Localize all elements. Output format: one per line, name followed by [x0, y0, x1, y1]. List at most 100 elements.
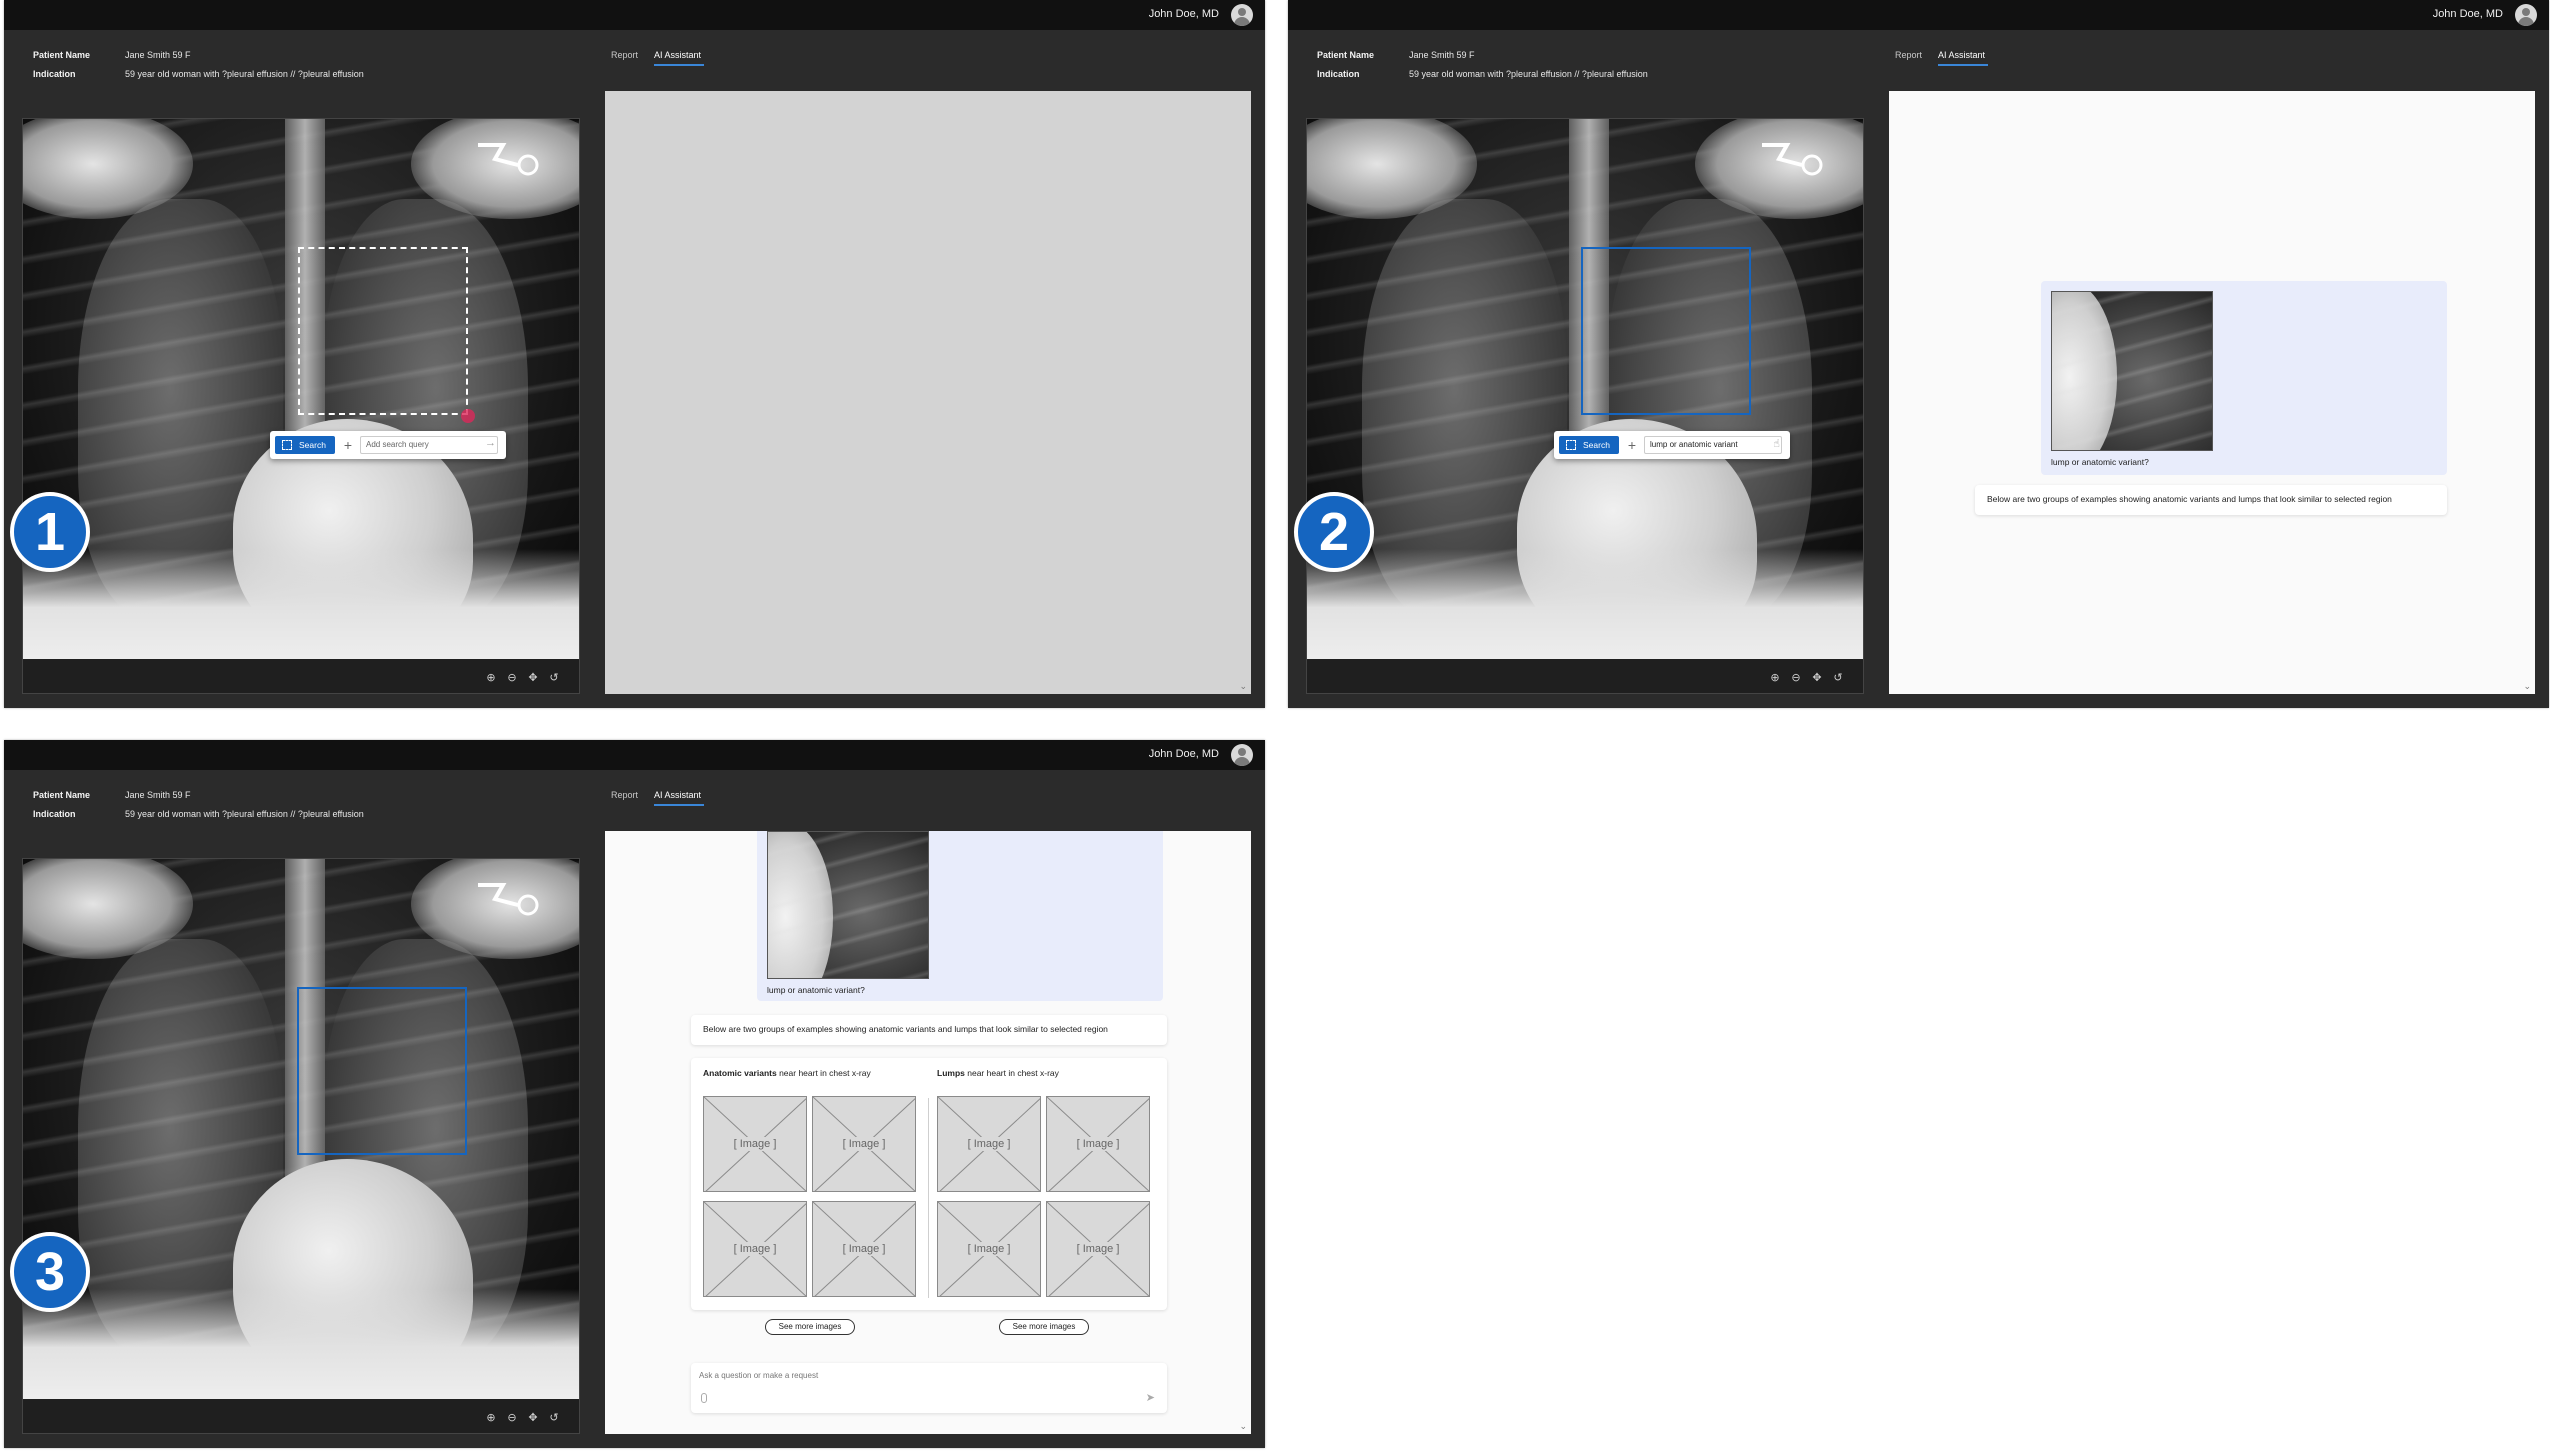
indication-value: 59 year old woman with ?pleural effusion…	[125, 809, 364, 819]
pan-icon[interactable]: ✥	[1811, 672, 1823, 684]
chevron-down-icon[interactable]: ⌄	[1239, 1421, 1247, 1432]
group-title-lumps: Lumps near heart in chest x-ray	[937, 1068, 1059, 1078]
example-image-thumbnail[interactable]: [ Image ]	[812, 1096, 916, 1192]
region-search-bar: Search + Add search query →	[270, 431, 506, 459]
example-image-thumbnail[interactable]: [ Image ]	[1046, 1096, 1150, 1192]
search-button[interactable]: Search	[275, 436, 335, 454]
ai-assistant-panel-empty: ⌄	[605, 91, 1251, 694]
see-more-anatomic-variants-button[interactable]: See more images	[765, 1319, 855, 1335]
patient-name-value: Jane Smith 59 F	[125, 50, 191, 60]
user-avatar-icon[interactable]	[1231, 744, 1253, 766]
chat-input[interactable]: Ask a question or make a request	[699, 1371, 818, 1380]
example-image-thumbnail[interactable]: [ Image ]	[937, 1096, 1041, 1192]
zoom-in-icon[interactable]: ⊕	[485, 672, 497, 684]
step-badge: 2	[1294, 492, 1374, 572]
region-search-bar: Search + lump or anatomic variant ☝	[1554, 431, 1790, 459]
zoom-in-icon[interactable]: ⊕	[485, 1412, 497, 1424]
indication-label: Indication	[33, 809, 76, 819]
orientation-marker-icon	[478, 883, 539, 916]
tab-report[interactable]: Report	[1895, 50, 1922, 60]
search-query-input[interactable]: lump or anatomic variant	[1644, 436, 1782, 454]
user-name[interactable]: John Doe, MD	[1149, 8, 1219, 20]
chat-input-box[interactable]: Ask a question or make a request ➤	[691, 1363, 1167, 1413]
pan-icon[interactable]: ✥	[527, 1412, 539, 1424]
xray-viewer[interactable]: Search + lump or anatomic variant ☝ ⊕ ⊖ …	[1306, 118, 1864, 694]
patient-name-value: Jane Smith 59 F	[1409, 50, 1475, 60]
add-query-button[interactable]: +	[340, 436, 356, 454]
example-image-thumbnail[interactable]: [ Image ]	[937, 1201, 1041, 1297]
indication-label: Indication	[33, 69, 76, 79]
zoom-out-icon[interactable]: ⊖	[506, 672, 518, 684]
ai-assistant-panel: lump or anatomic variant? Below are two …	[605, 831, 1251, 1434]
indication-value: 59 year old woman with ?pleural effusion…	[1409, 69, 1648, 79]
selection-region[interactable]	[297, 987, 467, 1155]
patient-name-label: Patient Name	[33, 50, 91, 60]
similar-examples-results: Anatomic variants near heart in chest x-…	[691, 1058, 1167, 1310]
zoom-out-icon[interactable]: ⊖	[1790, 672, 1802, 684]
patient-name-label: Patient Name	[1317, 50, 1375, 60]
reset-icon[interactable]: ↺	[1832, 672, 1844, 684]
viewer-toolbar: ⊕ ⊖ ✥ ↺	[23, 659, 579, 693]
user-query-text: lump or anatomic variant?	[767, 985, 865, 995]
patient-name-value: Jane Smith 59 F	[125, 790, 191, 800]
example-image-thumbnail[interactable]: [ Image ]	[703, 1201, 807, 1297]
zoom-out-icon[interactable]: ⊖	[506, 1412, 518, 1424]
xray-viewer[interactable]: Search + Add search query → ⊕ ⊖ ✥ ↺	[22, 118, 580, 694]
chevron-down-icon[interactable]: ⌄	[2523, 681, 2531, 692]
active-tab-indicator	[654, 804, 704, 806]
chest-xray-image[interactable]: Search + Add search query →	[23, 119, 579, 659]
tab-report[interactable]: Report	[611, 50, 638, 60]
tab-ai-assistant[interactable]: AI Assistant	[1938, 50, 1985, 60]
search-button[interactable]: Search	[1559, 436, 1619, 454]
active-tab-indicator	[654, 64, 704, 66]
example-image-thumbnail[interactable]: [ Image ]	[703, 1096, 807, 1192]
chevron-down-icon[interactable]: ⌄	[1239, 681, 1247, 692]
region-select-icon	[1566, 440, 1576, 450]
microphone-icon[interactable]	[701, 1393, 707, 1403]
chest-xray-image[interactable]: Search + lump or anatomic variant ☝	[1307, 119, 1863, 659]
active-tab-indicator	[1938, 64, 1988, 66]
see-more-lumps-button[interactable]: See more images	[999, 1319, 1089, 1335]
reset-icon[interactable]: ↺	[548, 672, 560, 684]
screen-step-3: John Doe, MD Patient Name Jane Smith 59 …	[4, 740, 1265, 1448]
screen-step-1: John Doe, MD Patient Name Jane Smith 59 …	[4, 0, 1265, 708]
tab-ai-assistant[interactable]: AI Assistant	[654, 50, 701, 60]
ai-response: Below are two groups of examples showing…	[691, 1015, 1167, 1045]
selection-region[interactable]	[1581, 247, 1751, 415]
orientation-marker-icon	[1762, 143, 1823, 176]
resize-cursor-icon[interactable]	[461, 409, 475, 423]
search-query-input[interactable]: Add search query	[360, 436, 498, 454]
user-message: lump or anatomic variant?	[757, 831, 1163, 1001]
group-divider	[928, 1098, 929, 1298]
top-bar: John Doe, MD	[4, 0, 1265, 30]
tab-ai-assistant[interactable]: AI Assistant	[654, 790, 701, 800]
example-image-thumbnail[interactable]: [ Image ]	[812, 1201, 916, 1297]
arrow-right-icon[interactable]: →	[485, 437, 496, 449]
tab-report[interactable]: Report	[611, 790, 638, 800]
send-icon[interactable]: ➤	[1146, 1391, 1155, 1404]
user-avatar-icon[interactable]	[2515, 4, 2537, 26]
user-avatar-icon[interactable]	[1231, 4, 1253, 26]
ai-assistant-panel: lump or anatomic variant? Below are two …	[1889, 91, 2535, 694]
xray-viewer[interactable]: ⊕ ⊖ ✥ ↺	[22, 858, 580, 1434]
indication-label: Indication	[1317, 69, 1360, 79]
chest-xray-image[interactable]	[23, 859, 579, 1399]
selected-region-thumbnail	[767, 831, 929, 979]
ai-response: Below are two groups of examples showing…	[1975, 485, 2447, 515]
patient-name-label: Patient Name	[33, 790, 91, 800]
selection-region-dashed[interactable]	[298, 247, 468, 415]
example-image-thumbnail[interactable]: [ Image ]	[1046, 1201, 1150, 1297]
user-name[interactable]: John Doe, MD	[1149, 748, 1219, 760]
step-badge: 3	[10, 1232, 90, 1312]
screen-step-2: John Doe, MD Patient Name Jane Smith 59 …	[1288, 0, 2549, 708]
reset-icon[interactable]: ↺	[548, 1412, 560, 1424]
viewer-toolbar: ⊕ ⊖ ✥ ↺	[1307, 659, 1863, 693]
indication-value: 59 year old woman with ?pleural effusion…	[125, 69, 364, 79]
pan-icon[interactable]: ✥	[527, 672, 539, 684]
user-name[interactable]: John Doe, MD	[2433, 8, 2503, 20]
pointer-cursor-icon[interactable]: ☝	[1773, 437, 1780, 450]
add-query-button[interactable]: +	[1624, 436, 1640, 454]
top-bar: John Doe, MD	[1288, 0, 2549, 30]
zoom-in-icon[interactable]: ⊕	[1769, 672, 1781, 684]
viewer-toolbar: ⊕ ⊖ ✥ ↺	[23, 1399, 579, 1433]
